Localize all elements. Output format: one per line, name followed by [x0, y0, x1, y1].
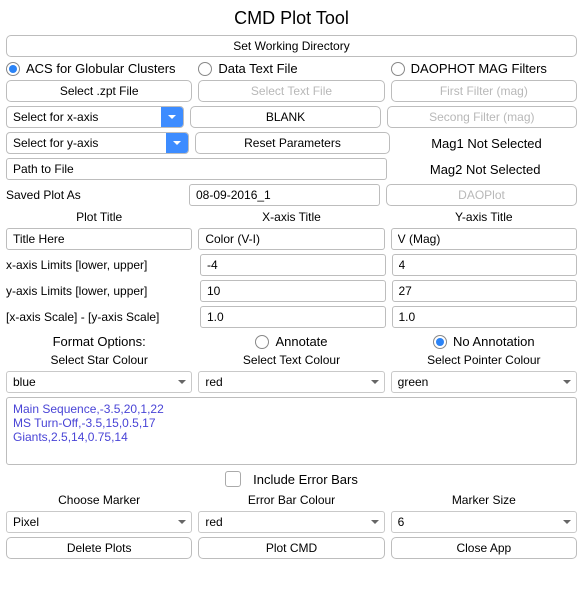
choose-marker-header: Choose Marker — [6, 493, 192, 507]
chevron-down-icon — [173, 372, 191, 392]
radio-text-label: Data Text File — [218, 61, 297, 76]
error-bar-colour-value: red — [199, 515, 365, 529]
chevron-down-icon — [166, 133, 188, 153]
y-scale-input[interactable] — [392, 306, 578, 328]
radio-dot-icon — [391, 62, 405, 76]
x-axis-title-header: X-axis Title — [198, 210, 384, 224]
chevron-down-icon — [161, 107, 183, 127]
x-axis-select[interactable]: Select for x-axis — [6, 106, 184, 128]
chevron-down-icon — [558, 372, 576, 392]
radio-acs-label: ACS for Globular Clusters — [26, 61, 176, 76]
chevron-down-icon — [366, 372, 384, 392]
x-limits-label: x-axis Limits [lower, upper] — [6, 258, 194, 272]
radio-annotate-label: Annotate — [275, 334, 327, 349]
marker-size-select[interactable]: 6 — [391, 511, 577, 533]
marker-value: Pixel — [7, 515, 173, 529]
blank-button[interactable]: BLANK — [190, 106, 380, 128]
second-filter-button[interactable]: Secong Filter (mag) — [387, 106, 577, 128]
close-app-button[interactable]: Close App — [391, 537, 577, 559]
first-filter-button[interactable]: First Filter (mag) — [391, 80, 577, 102]
path-to-file-input[interactable] — [6, 158, 387, 180]
y-upper-input[interactable] — [392, 280, 578, 302]
radio-acs[interactable]: ACS for Globular Clusters — [6, 61, 192, 76]
radio-daophot-label: DAOPHOT MAG Filters — [411, 61, 547, 76]
radio-data-text-file[interactable]: Data Text File — [198, 61, 384, 76]
saved-plot-as-label: Saved Plot As — [6, 188, 183, 202]
y-axis-select[interactable]: Select for y-axis — [6, 132, 189, 154]
chevron-down-icon — [173, 512, 191, 532]
radio-dot-icon — [433, 335, 447, 349]
marker-size-header: Marker Size — [391, 493, 577, 507]
star-colour-select[interactable]: blue — [6, 371, 192, 393]
x-upper-input[interactable] — [392, 254, 578, 276]
star-colour-header: Select Star Colour — [6, 353, 192, 367]
saved-plot-as-input[interactable] — [189, 184, 380, 206]
plot-title-header: Plot Title — [6, 210, 192, 224]
y-axis-title-input[interactable] — [391, 228, 577, 250]
app-title: CMD Plot Tool — [6, 8, 577, 29]
x-scale-input[interactable] — [200, 306, 386, 328]
reset-parameters-button[interactable]: Reset Parameters — [195, 132, 390, 154]
chevron-down-icon — [366, 512, 384, 532]
x-axis-title-input[interactable] — [198, 228, 384, 250]
star-colour-value: blue — [7, 375, 173, 389]
include-error-bars-checkbox[interactable] — [225, 471, 241, 487]
marker-size-value: 6 — [392, 515, 558, 529]
radio-daophot[interactable]: DAOPHOT MAG Filters — [391, 61, 577, 76]
radio-dot-icon — [198, 62, 212, 76]
error-bar-colour-header: Error Bar Colour — [198, 493, 384, 507]
plot-cmd-button[interactable]: Plot CMD — [198, 537, 384, 559]
format-options-header: Format Options: — [6, 334, 192, 349]
delete-plots-button[interactable]: Delete Plots — [6, 537, 192, 559]
error-bar-colour-select[interactable]: red — [198, 511, 384, 533]
pointer-colour-value: green — [392, 375, 558, 389]
radio-dot-icon — [6, 62, 20, 76]
y-limits-label: y-axis Limits [lower, upper] — [6, 284, 194, 298]
select-zpt-button[interactable]: Select .zpt File — [6, 80, 192, 102]
mag2-status: Mag2 Not Selected — [393, 162, 577, 177]
text-colour-select[interactable]: red — [198, 371, 384, 393]
x-axis-select-value: Select for x-axis — [7, 110, 161, 124]
include-error-bars-label: Include Error Bars — [253, 472, 358, 487]
set-working-directory-button[interactable]: Set Working Directory — [6, 35, 577, 57]
daoplot-button[interactable]: DAOPlot — [386, 184, 577, 206]
y-axis-title-header: Y-axis Title — [391, 210, 577, 224]
text-colour-value: red — [199, 375, 365, 389]
select-text-file-button[interactable]: Select Text File — [198, 80, 384, 102]
marker-select[interactable]: Pixel — [6, 511, 192, 533]
scale-label: [x-axis Scale] - [y-axis Scale] — [6, 310, 194, 324]
y-axis-select-value: Select for y-axis — [7, 136, 166, 150]
pointer-colour-header: Select Pointer Colour — [391, 353, 577, 367]
radio-dot-icon — [255, 335, 269, 349]
radio-no-annotation-label: No Annotation — [453, 334, 535, 349]
y-lower-input[interactable] — [200, 280, 386, 302]
regions-textarea[interactable] — [6, 397, 577, 465]
radio-annotate[interactable]: Annotate — [198, 334, 384, 349]
text-colour-header: Select Text Colour — [198, 353, 384, 367]
chevron-down-icon — [558, 512, 576, 532]
mag1-status: Mag1 Not Selected — [396, 136, 577, 151]
radio-no-annotation[interactable]: No Annotation — [391, 334, 577, 349]
pointer-colour-select[interactable]: green — [391, 371, 577, 393]
x-lower-input[interactable] — [200, 254, 386, 276]
plot-title-input[interactable] — [6, 228, 192, 250]
